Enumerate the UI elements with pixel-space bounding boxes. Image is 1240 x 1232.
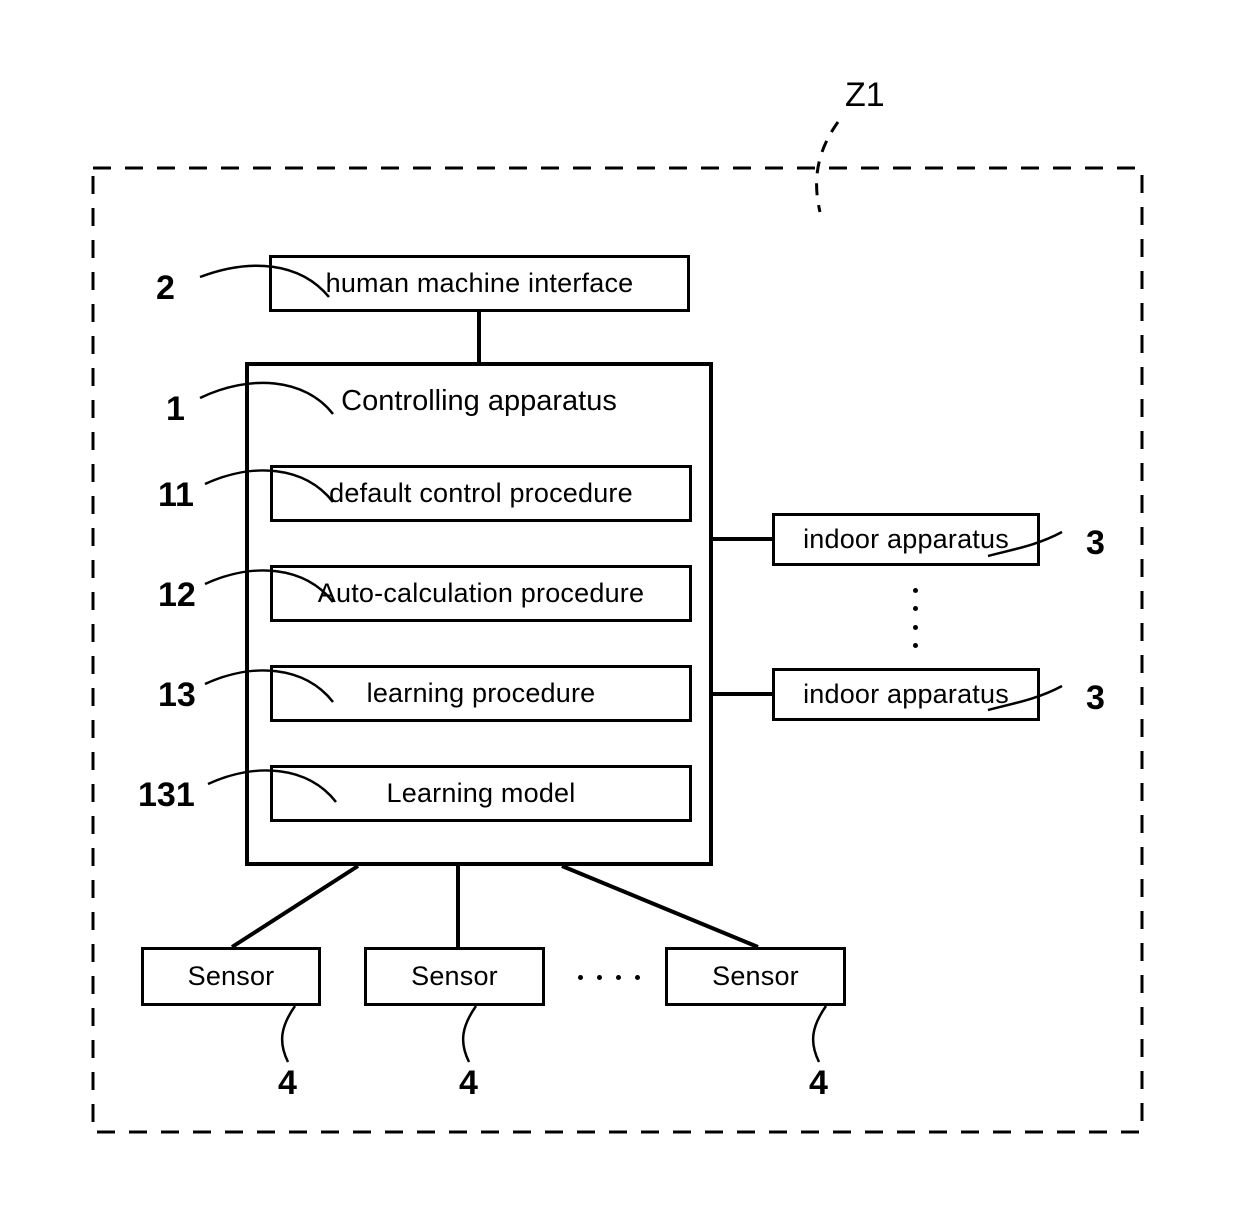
ref-number-learning-procedure: 13 (158, 676, 196, 714)
human-machine-interface-box[interactable]: human machine interface (269, 255, 690, 312)
default-control-procedure-label: default control procedure (329, 478, 633, 508)
ellipsis-dot (635, 974, 640, 980)
sensor-horizontal-ellipsis (578, 974, 640, 980)
controller-to-sensor-1-connector (230, 864, 360, 949)
ellipsis-dot (912, 624, 918, 630)
human-machine-interface-label: human machine interface (325, 268, 634, 298)
leader-line-ref-4-first (280, 1005, 297, 1063)
ref-number-indoor-apparatus-2: 3 (1086, 679, 1105, 717)
z1-leader-line (815, 121, 840, 213)
ref-number-sensor-3: 4 (809, 1064, 828, 1102)
sensor-box-1[interactable]: Sensor (141, 947, 321, 1006)
ref-number-auto-calculation: 12 (158, 576, 196, 614)
auto-calculation-procedure-box[interactable]: Auto-calculation procedure (270, 565, 692, 622)
learning-procedure-box[interactable]: learning procedure (270, 665, 692, 722)
ref-number-sensor-2: 4 (459, 1064, 478, 1102)
ref-number-indoor-apparatus-1: 3 (1086, 524, 1105, 562)
leader-line-ref-4-third (811, 1005, 828, 1063)
ellipsis-dot (597, 974, 602, 980)
sensor-label-1: Sensor (187, 961, 275, 991)
sensor-label-2: Sensor (411, 961, 498, 991)
indoor-apparatus-label-1: indoor apparatus (803, 524, 1009, 554)
patent-figure: Z1 human machine interface 2 Controlling… (0, 0, 1240, 1232)
leader-line-ref-4-second (461, 1005, 478, 1063)
ref-number-controller: 1 (166, 390, 185, 428)
auto-calculation-procedure-label: Auto-calculation procedure (317, 578, 645, 608)
learning-procedure-label: learning procedure (366, 678, 596, 708)
default-control-procedure-box[interactable]: default control procedure (270, 465, 692, 522)
ref-number-sensor-1: 4 (278, 1064, 297, 1102)
ref-number-learning-model: 131 (138, 776, 195, 814)
ellipsis-dot (912, 642, 918, 648)
learning-model-label: Learning model (386, 778, 576, 808)
indoor-apparatus-vertical-ellipsis (912, 588, 918, 648)
ellipsis-dot (912, 588, 918, 593)
indoor-apparatus-box-2[interactable]: indoor apparatus (772, 668, 1040, 721)
controlling-apparatus-label: Controlling apparatus (341, 385, 617, 417)
system-boundary-label: Z1 (845, 76, 885, 114)
sensor-box-3[interactable]: Sensor (665, 947, 846, 1006)
ellipsis-dot (616, 974, 621, 980)
indoor-apparatus-box-1[interactable]: indoor apparatus (772, 513, 1040, 566)
sensor-label-3: Sensor (712, 961, 799, 991)
learning-model-box[interactable]: Learning model (270, 765, 692, 822)
ref-number-hmi: 2 (156, 269, 175, 307)
ref-number-default-control: 11 (158, 476, 194, 514)
sensor-box-2[interactable]: Sensor (364, 947, 545, 1006)
ellipsis-dot (578, 974, 583, 980)
controller-to-sensor-3-connector (561, 864, 759, 949)
indoor-apparatus-label-2: indoor apparatus (803, 679, 1009, 709)
ellipsis-dot (912, 606, 918, 612)
